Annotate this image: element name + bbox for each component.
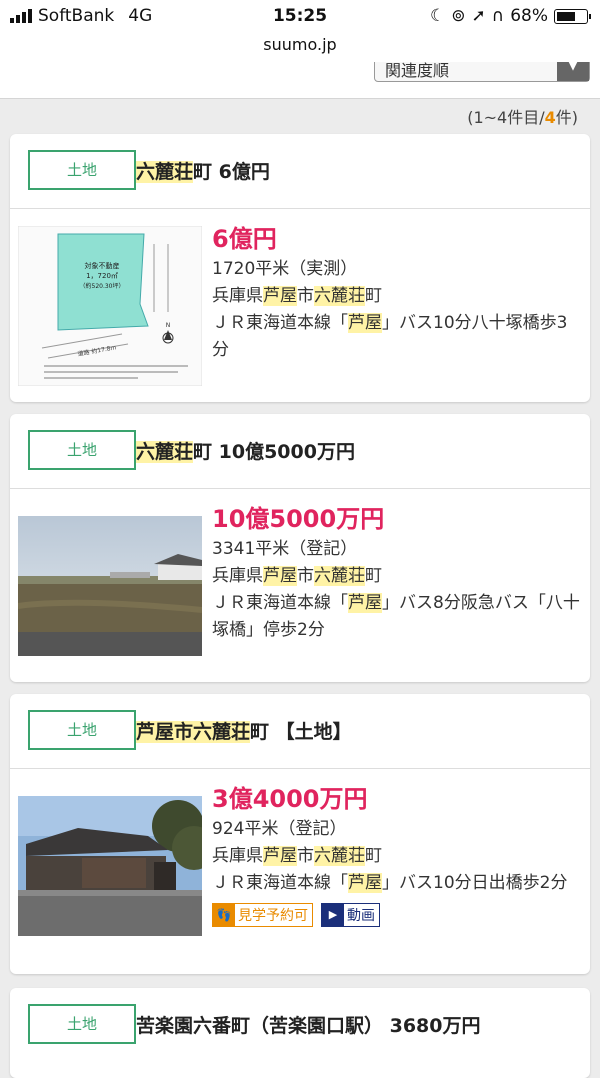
listing-address: 兵庫県芦屋市六麓荘町 xyxy=(212,283,584,310)
access-station: 芦屋 xyxy=(348,313,382,333)
address-city-suffix: 市 xyxy=(297,286,314,306)
address-highlight: 六麓荘 xyxy=(314,286,365,306)
video-label: 動画 xyxy=(347,908,375,924)
address-highlight: 芦屋 xyxy=(263,566,297,586)
access-line: ＪＲ東海道本線「 xyxy=(212,593,348,613)
listing-area: 924平米（登記） xyxy=(212,819,347,839)
address-prefecture: 兵庫県 xyxy=(212,566,263,586)
url-bar[interactable]: suumo.jp xyxy=(0,34,600,62)
battery-icon xyxy=(554,8,591,24)
result-count-prefix: (1~4件目/ xyxy=(467,108,545,127)
plan-area: 1，720㎡ xyxy=(86,272,118,280)
listing-area: 1720平米（実測） xyxy=(212,259,358,279)
listing-header: 土地 苦楽園六番町（苦楽園口駅） 3680万円 xyxy=(10,988,590,1062)
property-type-badge: 土地 xyxy=(28,430,136,470)
title-rest: 町 10億5000万円 xyxy=(193,441,355,463)
moon-icon: ☾ xyxy=(430,6,446,26)
address-highlight: 六麓荘 xyxy=(314,566,365,586)
listing-title[interactable]: 苦楽園六番町（苦楽園口駅） 3680万円 xyxy=(136,1011,481,1038)
address-highlight: 芦屋 xyxy=(263,286,297,306)
listing-price: 3億4000万円 xyxy=(212,785,368,813)
property-type-badge: 土地 xyxy=(28,710,136,750)
sort-select[interactable]: 関連度順 ▼ xyxy=(374,62,590,82)
address-highlight: 芦屋 xyxy=(263,846,297,866)
status-bar: SoftBank 4G 15:25 ☾ ⊚ ➚ ∩ 68% xyxy=(0,0,600,34)
video-badge[interactable]: ▶ 動画 xyxy=(321,903,380,927)
listing-price: 10億5000万円 xyxy=(212,505,385,533)
title-highlight: 六麓荘 xyxy=(136,161,194,183)
listing-card[interactable]: 土地 六麓荘町 6億円 対象不動産 1，720㎡ （約520.30坪） 道路 約… xyxy=(10,134,590,402)
listing-info: 3億4000万円 924平米（登記） 兵庫県芦屋市六麓荘町 ＪＲ東海道本線「芦屋… xyxy=(212,782,584,927)
house-photo[interactable] xyxy=(18,786,202,946)
listing-info: 10億5000万円 3341平米（登記） 兵庫県芦屋市六麓荘町 ＪＲ東海道本線「… xyxy=(212,502,584,644)
result-count-suffix: 件) xyxy=(555,108,578,127)
battery-percent: 68% xyxy=(510,6,548,26)
access-line: ＪＲ東海道本線「 xyxy=(212,873,348,893)
rotation-lock-icon: ⊚ xyxy=(451,6,466,26)
property-type-badge: 土地 xyxy=(28,150,136,190)
play-icon: ▶ xyxy=(322,904,344,926)
plan-north-mark: N xyxy=(166,322,171,329)
chevron-down-icon: ▼ xyxy=(557,62,589,81)
plan-label: 対象不動産 xyxy=(85,261,120,270)
battery-fill xyxy=(557,11,575,21)
headphones-icon: ∩ xyxy=(491,6,505,26)
address-city-suffix: 市 xyxy=(297,566,314,586)
listing-card[interactable]: 土地 六麓荘町 10億5000万円 10億5000万円 3341平米（登記） 兵… xyxy=(10,414,590,682)
listing-badges: 👣 見学予約可 ▶ 動画 xyxy=(212,903,584,927)
listing-header: 土地 芦屋市六麓荘町 【土地】 xyxy=(10,694,590,769)
plan-area-tsubo: （約520.30坪） xyxy=(80,282,125,290)
listing-header: 土地 六麓荘町 6億円 xyxy=(10,134,590,209)
listing-address: 兵庫県芦屋市六麓荘町 xyxy=(212,563,584,590)
title-rest: 町 6億円 xyxy=(193,161,270,183)
title-highlight: 芦屋市六麓荘 xyxy=(136,721,251,743)
listing-access: ＪＲ東海道本線「芦屋」バス8分阪急バス「八十塚橋」停歩2分 xyxy=(212,590,584,644)
access-station: 芦屋 xyxy=(348,593,382,613)
listing-price: 6億円 xyxy=(212,225,277,253)
title-highlight: 六麓荘 xyxy=(136,441,194,463)
land-photo[interactable] xyxy=(18,506,202,666)
sort-bar: 関連度順 ▼ xyxy=(0,62,600,99)
listing-area: 3341平米（登記） xyxy=(212,539,358,559)
listing-info: 6億円 1720平米（実測） 兵庫県芦屋市六麓荘町 ＪＲ東海道本線「芦屋」バス1… xyxy=(212,222,584,364)
address-prefecture: 兵庫県 xyxy=(212,846,263,866)
address-town-suffix: 町 xyxy=(365,286,382,306)
visit-reservation-badge[interactable]: 👣 見学予約可 xyxy=(212,903,313,927)
property-type-badge: 土地 xyxy=(28,1004,136,1044)
access-detail: 」バス10分日出橋歩2分 xyxy=(382,873,568,893)
address-city-suffix: 市 xyxy=(297,846,314,866)
listing-card[interactable]: 土地 芦屋市六麓荘町 【土地】 3億4000万円 924平米（登記） 兵庫県芦屋… xyxy=(10,694,590,974)
result-count: (1~4件目/4件) xyxy=(467,104,578,128)
listing-access: ＪＲ東海道本線「芦屋」バス10分八十塚橋歩3分 xyxy=(212,310,584,364)
listing-title[interactable]: 六麓荘町 10億5000万円 xyxy=(136,437,355,464)
address-town-suffix: 町 xyxy=(365,846,382,866)
listing-address: 兵庫県芦屋市六麓荘町 xyxy=(212,843,584,870)
access-station: 芦屋 xyxy=(348,873,382,893)
visit-reservation-label: 見学予約可 xyxy=(238,908,308,924)
address-town-suffix: 町 xyxy=(365,566,382,586)
sort-select-value: 関連度順 xyxy=(385,62,450,80)
address-prefecture: 兵庫県 xyxy=(212,286,263,306)
listing-card[interactable]: 土地 苦楽園六番町（苦楽園口駅） 3680万円 xyxy=(10,988,590,1078)
title-rest: 町 【土地】 xyxy=(250,721,352,743)
listing-header: 土地 六麓荘町 10億5000万円 xyxy=(10,414,590,489)
access-line: ＪＲ東海道本線「 xyxy=(212,313,348,333)
listing-title[interactable]: 六麓荘町 6億円 xyxy=(136,157,270,184)
footprint-icon: 👣 xyxy=(213,904,235,926)
address-highlight: 六麓荘 xyxy=(314,846,365,866)
listing-title[interactable]: 芦屋市六麓荘町 【土地】 xyxy=(136,717,352,744)
listing-access: ＪＲ東海道本線「芦屋」バス10分日出橋歩2分 xyxy=(212,870,584,897)
site-plan-image[interactable]: 対象不動産 1，720㎡ （約520.30坪） 道路 約17.8m N xyxy=(18,226,202,386)
result-count-total: 4 xyxy=(544,108,556,127)
status-icons: ☾ ⊚ ➚ ∩ 68% xyxy=(430,6,591,26)
location-icon: ➚ xyxy=(471,6,486,26)
